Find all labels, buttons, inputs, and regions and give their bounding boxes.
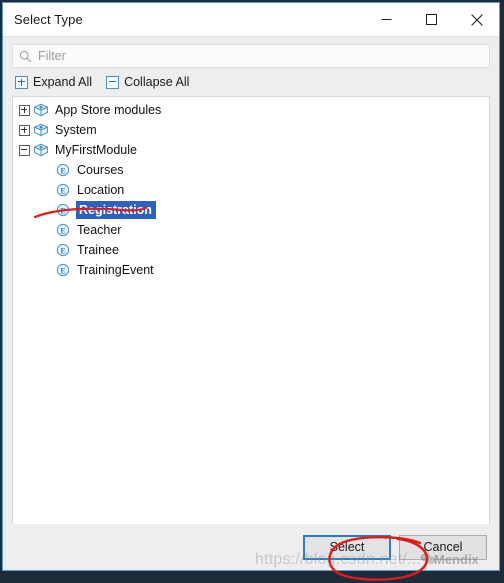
- window-controls: [364, 3, 499, 36]
- tree-item-label: Teacher: [77, 223, 122, 237]
- plus-box-icon: [15, 75, 28, 89]
- expand-collapse-row: Expand All Collapse All: [12, 74, 490, 90]
- tree-item-label: App Store modules: [55, 103, 162, 117]
- tree-panel-wrap: App Store modules System MyFirstModule E Cou…: [3, 96, 499, 524]
- expand-toggle-icon[interactable]: [16, 124, 32, 136]
- svg-text:E: E: [60, 226, 65, 235]
- cancel-button[interactable]: Cancel: [399, 534, 487, 560]
- expand-all-label: Expand All: [33, 75, 93, 89]
- entity-icon: E: [54, 162, 72, 178]
- entity-icon: E: [56, 163, 70, 177]
- svg-text:E: E: [60, 206, 65, 215]
- toolbar: Expand All Collapse All: [3, 36, 499, 96]
- module-package-icon: [32, 102, 50, 118]
- close-icon: [470, 13, 483, 26]
- tree-item-teacher[interactable]: E Teacher: [13, 220, 489, 240]
- tree-item-courses[interactable]: E Courses: [13, 160, 489, 180]
- tree-item-system[interactable]: System: [13, 120, 489, 140]
- svg-text:E: E: [60, 246, 65, 255]
- expand-toggle-icon[interactable]: [16, 104, 32, 116]
- tree-item-registration[interactable]: E Registration: [13, 200, 489, 220]
- entity-icon: E: [56, 223, 70, 237]
- plus-box-icon: [18, 124, 30, 136]
- entity-icon: E: [54, 262, 72, 278]
- tree-item-label: MyFirstModule: [55, 143, 137, 157]
- tree-item-app-store-modules[interactable]: App Store modules: [13, 100, 489, 120]
- select-button[interactable]: Select: [303, 534, 391, 560]
- module-package-icon: [32, 142, 50, 158]
- module-package-icon: [33, 103, 49, 117]
- dialog-footer: Select Cancel: [3, 524, 499, 570]
- maximize-icon: [426, 14, 437, 25]
- collapse-all-button[interactable]: Collapse All: [106, 75, 189, 89]
- module-package-icon: [32, 122, 50, 138]
- type-tree[interactable]: App Store modules System MyFirstModule E Cou…: [12, 96, 490, 524]
- tree-item-trainee[interactable]: E Trainee: [13, 240, 489, 260]
- entity-icon: E: [56, 203, 70, 217]
- tree-item-label: System: [55, 123, 97, 137]
- maximize-button[interactable]: [409, 3, 454, 36]
- minimize-icon: [381, 19, 392, 20]
- minimize-button[interactable]: [364, 3, 409, 36]
- svg-text:E: E: [60, 166, 65, 175]
- entity-icon: E: [56, 243, 70, 257]
- entity-icon: E: [54, 202, 72, 218]
- entity-icon: E: [54, 242, 72, 258]
- minus-box-icon: [106, 75, 120, 89]
- minus-box-icon: [18, 144, 30, 156]
- tree-item-label: TrainingEvent: [77, 263, 154, 277]
- tree-item-location[interactable]: E Location: [13, 180, 489, 200]
- tree-item-label: Location: [77, 183, 125, 197]
- search-icon: [19, 50, 32, 62]
- module-package-icon: [33, 143, 49, 157]
- tree-item-label: Trainee: [77, 243, 119, 257]
- close-button[interactable]: [454, 3, 499, 36]
- collapse-toggle-icon[interactable]: [16, 144, 32, 156]
- tree-item-label: Registration: [76, 201, 156, 219]
- filter-box[interactable]: [12, 44, 490, 68]
- tree-item-label: Courses: [77, 163, 124, 177]
- svg-text:E: E: [60, 266, 65, 275]
- title-bar: Select Type: [3, 3, 499, 36]
- collapse-all-label: Collapse All: [124, 75, 190, 89]
- plus-box-icon: [18, 104, 30, 116]
- select-type-dialog: Select Type Filter Expand All Collapse A…: [2, 2, 500, 571]
- entity-icon: E: [54, 182, 72, 198]
- expand-all-button[interactable]: Expand All: [15, 75, 92, 89]
- tree-item-myfirstmodule[interactable]: MyFirstModule: [13, 140, 489, 160]
- entity-icon: E: [56, 263, 70, 277]
- tree-item-trainingevent[interactable]: E TrainingEvent: [13, 260, 489, 280]
- window-title: Select Type: [14, 12, 83, 27]
- svg-text:E: E: [60, 186, 65, 195]
- entity-icon: E: [56, 183, 70, 197]
- entity-icon: E: [54, 222, 72, 238]
- module-package-icon: [33, 123, 49, 137]
- filter-input[interactable]: [38, 46, 483, 66]
